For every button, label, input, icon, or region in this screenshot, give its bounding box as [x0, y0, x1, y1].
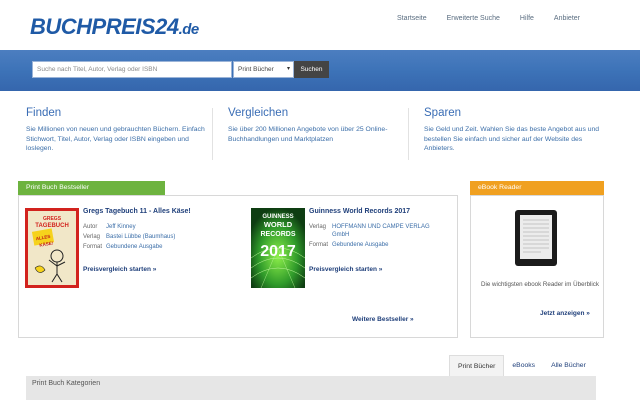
category-select-value: Print Bücher — [238, 66, 274, 73]
price-compare-link[interactable]: Preisvergleich starten » — [309, 266, 382, 273]
detail-key: Format — [309, 242, 329, 248]
svg-text:WORLD: WORLD — [264, 220, 293, 229]
book-title[interactable]: Gregs Tagebuch 11 - Alles Käse! — [83, 208, 191, 215]
more-bestsellers-link[interactable]: Weitere Bestseller » — [352, 316, 414, 323]
nav-hilfe-link[interactable]: Hilfe — [510, 14, 544, 24]
price-compare-link[interactable]: Preisvergleich starten » — [83, 266, 156, 273]
category-tabs: Print Bücher eBooks Alle Bücher — [449, 355, 594, 376]
detail-value: Gebundene Ausgabe — [332, 242, 389, 248]
site-header: BUCHPREIS24.de Startseite Erweiterte Suc… — [0, 0, 640, 50]
ebook-reader-icon — [515, 210, 557, 266]
bestseller-book-2: GUINNESS WORLD RECORDS 2017 Guinness Wor… — [250, 208, 451, 298]
categories-header: Print Buch Kategorien — [32, 380, 101, 387]
nav-erweiterte-suche-link[interactable]: Erweiterte Suche — [437, 14, 510, 24]
dropdown-arrow-icon: ▾ — [286, 66, 290, 72]
bestseller-header: Print Buch Bestseller — [18, 181, 165, 195]
book-details: Verlag HOFFMANN UND CAMPE VERLAG GmbH For… — [309, 223, 451, 251]
nav-startseite-link[interactable]: Startseite — [387, 14, 437, 24]
top-navigation: Startseite Erweiterte Suche Hilfe Anbiet… — [387, 14, 590, 24]
search-button[interactable]: Suchen — [294, 61, 329, 78]
gregs-tagebuch-cover: GREGS TAGEBUCH ALLES KÄSE! — [25, 208, 79, 288]
feature-vergleichen: Vergleichen Sie über 200 Millionen Angeb… — [228, 106, 418, 144]
logo-text-main: BUCHPREIS — [30, 14, 156, 39]
book-title[interactable]: Guinness World Records 2017 — [309, 208, 410, 215]
svg-text:RECORDS: RECORDS — [260, 231, 295, 238]
feature-title: Finden — [26, 107, 62, 119]
svg-text:TAGEBUCH: TAGEBUCH — [35, 223, 69, 229]
book-details: Autor Jeff Kinney Verlag Bastei Lübbe (Bau… — [83, 223, 179, 253]
category-select[interactable]: Print Bücher ▾ — [233, 61, 294, 78]
feature-finden: Finden Sie Millionen von neuen und gebra… — [26, 106, 216, 154]
guinness-cover: GUINNESS WORLD RECORDS 2017 — [250, 208, 306, 289]
feature-text: Sie Geld und Zeit. Wahlen Sie das beste … — [424, 126, 600, 152]
ebook-reader-header: eBook Reader — [470, 181, 604, 195]
ebook-reader-panel: Die wichtigsten ebook Reader im Überblic… — [470, 195, 604, 338]
ebook-reader-text: Die wichtigsten ebook Reader im Überblic… — [481, 281, 599, 288]
bestseller-panel: GREGS TAGEBUCH ALLES KÄSE! Gregs Tagebuc… — [18, 195, 458, 338]
tab-alle-buecher[interactable]: Alle Bücher — [543, 355, 594, 376]
categories-header-bar: Print Buch Kategorien — [26, 376, 596, 400]
feature-title: Vergleichen — [228, 107, 289, 119]
book-cover-image[interactable]: GUINNESS WORLD RECORDS 2017 — [250, 208, 306, 289]
logo-text-domain: .de — [178, 21, 200, 38]
feature-sparen: Sparen Sie Geld und Zeit. Wahlen Sie das… — [424, 106, 614, 154]
divider — [408, 108, 409, 160]
detail-value: Gebundene Ausgabe — [106, 244, 163, 250]
nav-anbieter-link[interactable]: Anbieter — [544, 14, 590, 24]
divider — [212, 108, 213, 160]
svg-text:GREGS: GREGS — [43, 216, 62, 222]
feature-title: Sparen — [424, 107, 462, 119]
svg-text:2017: 2017 — [260, 243, 296, 260]
detail-key: Autor — [83, 224, 98, 230]
tab-print-buecher[interactable]: Print Bücher — [449, 355, 505, 376]
detail-value: Bastei Lübbe (Baumhaus) — [106, 234, 176, 240]
bestseller-book-1: GREGS TAGEBUCH ALLES KÄSE! Gregs Tagebuc… — [25, 208, 240, 298]
detail-key: Verlag — [83, 234, 101, 240]
feature-text: Sie Millionen von neuen und gebrauchten … — [26, 126, 205, 152]
search-input[interactable] — [32, 61, 232, 78]
ebook-reader-image[interactable] — [515, 210, 557, 266]
search-band: Print Bücher ▾ Suchen — [0, 50, 640, 91]
detail-key: Format — [83, 244, 103, 250]
detail-key: Verlag — [309, 224, 327, 230]
detail-value: HOFFMANN UND CAMPE VERLAG GmbH — [332, 224, 430, 238]
feature-text: Sie über 200 Millionen Angebote von über… — [228, 126, 388, 143]
book-cover-image[interactable]: GREGS TAGEBUCH ALLES KÄSE! — [25, 208, 79, 288]
tab-ebooks[interactable]: eBooks — [504, 355, 543, 376]
detail-value: Jeff Kinney — [106, 224, 136, 230]
logo-text-number: 24 — [155, 14, 179, 39]
show-now-link[interactable]: Jetzt anzeigen » — [540, 310, 590, 317]
site-logo[interactable]: BUCHPREIS24.de — [30, 14, 199, 43]
